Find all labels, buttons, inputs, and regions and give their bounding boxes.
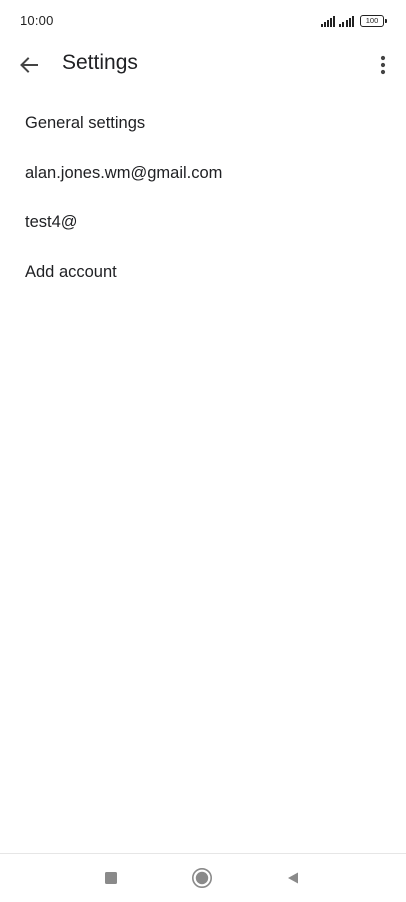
signal-icon xyxy=(320,16,336,27)
back-icon xyxy=(288,872,298,884)
signal-icon xyxy=(339,16,354,27)
list-item-label: alan.jones.wm@gmail.com xyxy=(25,163,223,182)
recents-icon xyxy=(105,872,117,884)
home-icon xyxy=(192,868,212,888)
list-item-label: test4@ xyxy=(25,213,78,232)
status-icons: 100 xyxy=(320,13,387,27)
nav-home-button[interactable] xyxy=(190,866,214,890)
battery-level: 100 xyxy=(365,16,379,25)
list-item-account-alan[interactable]: alan.jones.wm@gmail.com xyxy=(0,149,406,199)
list-item-general-settings[interactable]: General settings xyxy=(0,99,406,149)
back-button[interactable] xyxy=(14,52,44,78)
settings-list: General settings alan.jones.wm@gmail.com… xyxy=(0,99,406,297)
more-vert-icon xyxy=(380,55,386,75)
list-item-label: Add account xyxy=(25,262,117,281)
list-item-add-account[interactable]: Add account xyxy=(0,248,406,298)
navigation-bar xyxy=(0,853,406,902)
more-options-button[interactable] xyxy=(370,52,396,78)
arrow-back-icon xyxy=(20,57,38,73)
battery-icon: 100 xyxy=(360,15,387,27)
status-bar: 10:00 100 xyxy=(0,0,406,40)
app-bar: Settings xyxy=(0,40,406,90)
status-time: 10:00 xyxy=(20,13,54,28)
list-item-label: General settings xyxy=(25,114,146,133)
page-title: Settings xyxy=(62,51,138,74)
nav-back-button[interactable] xyxy=(281,866,305,890)
nav-recents-button[interactable] xyxy=(99,866,123,890)
list-item-account-test4[interactable]: test4@ xyxy=(0,198,406,248)
